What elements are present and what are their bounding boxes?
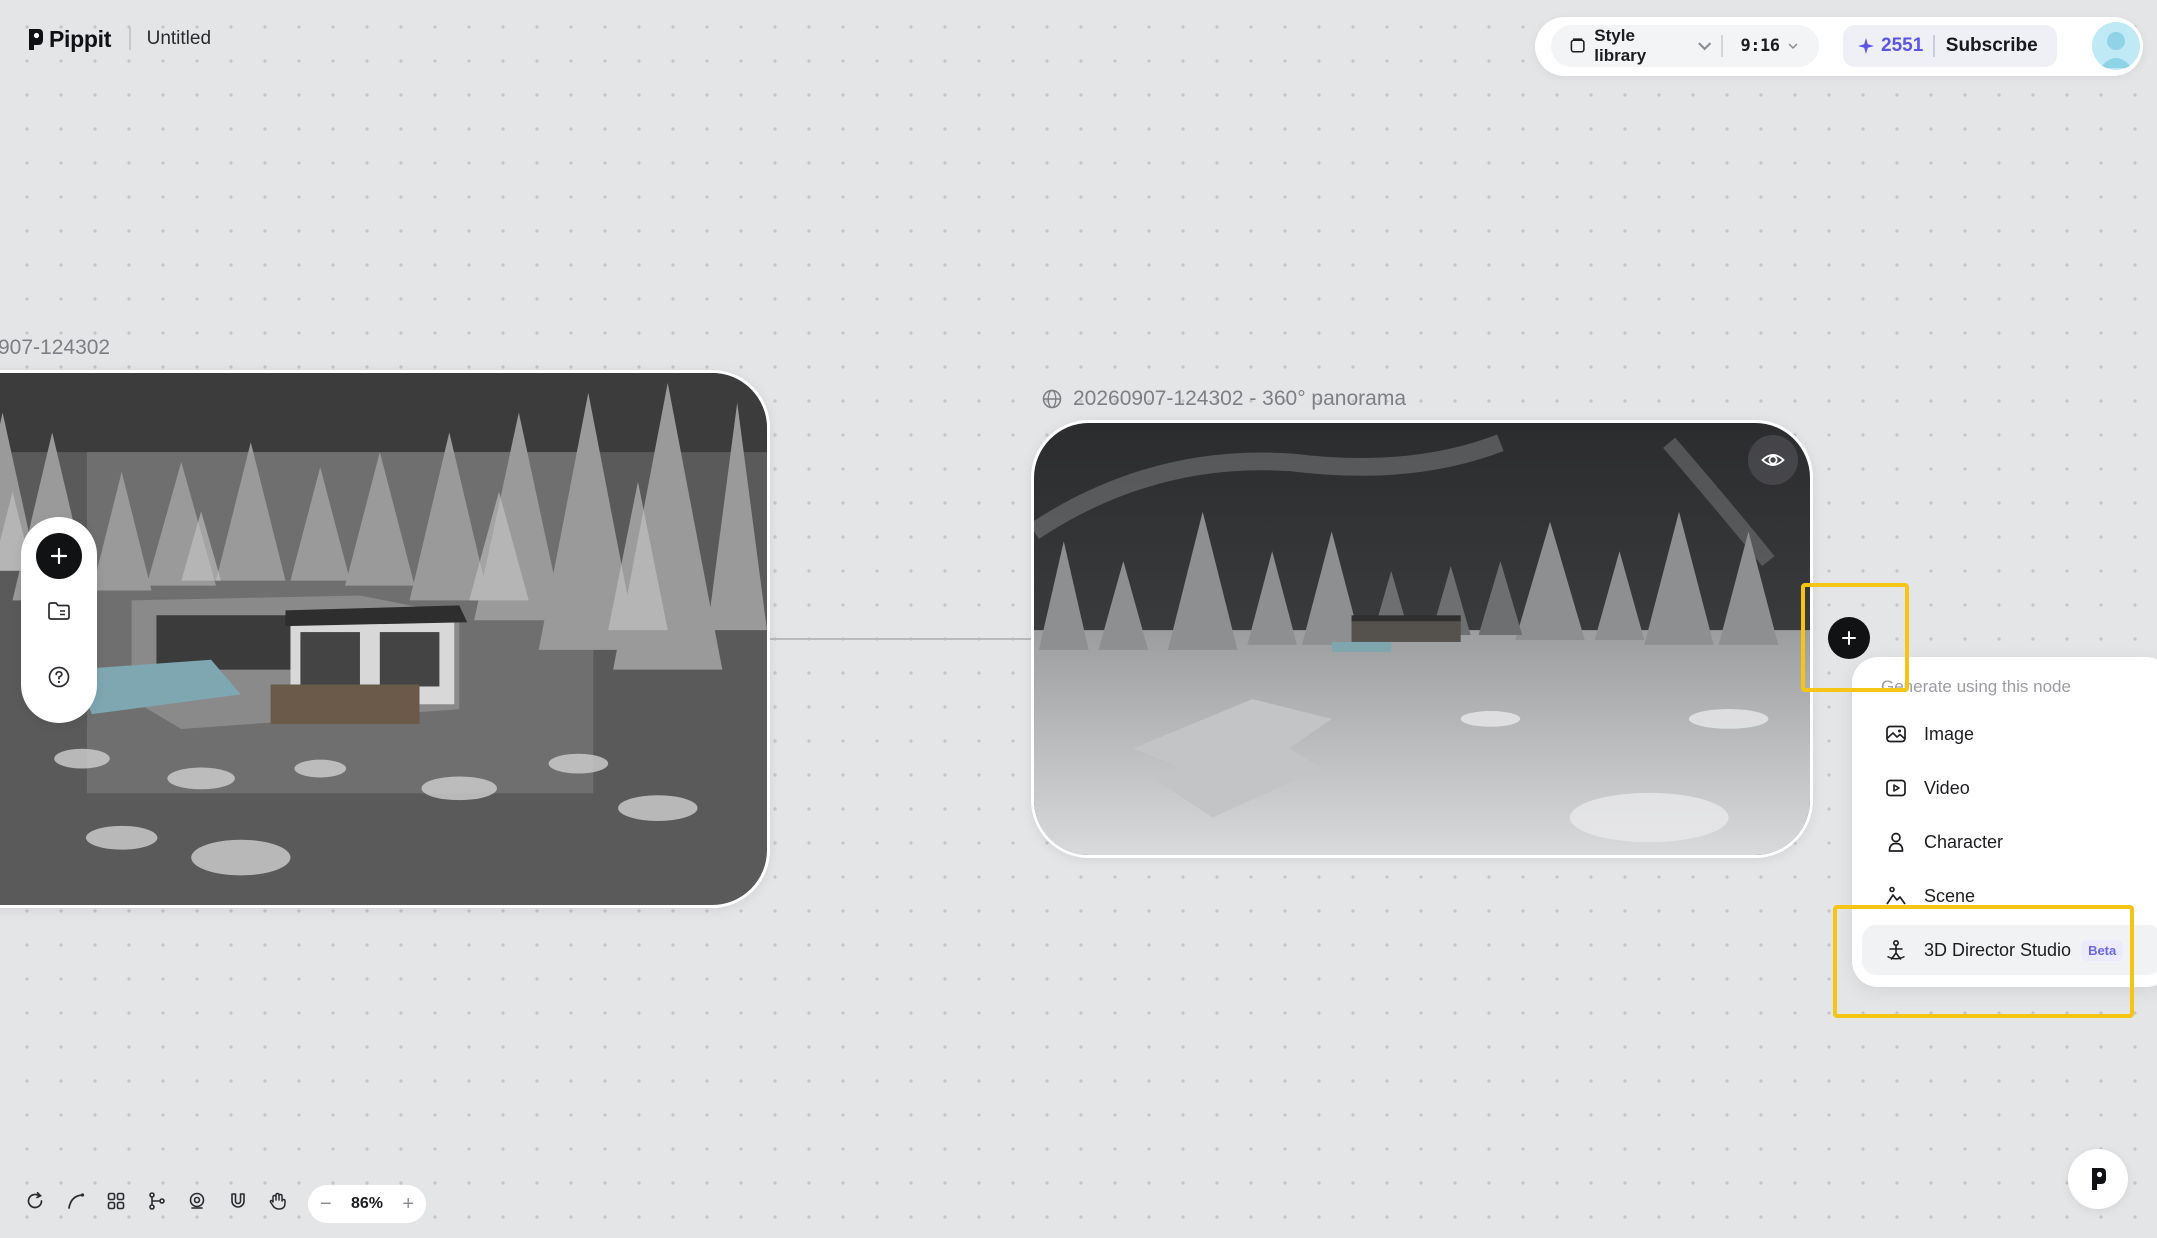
preview-button[interactable] (1748, 435, 1798, 485)
help-button[interactable] (46, 664, 72, 690)
user-avatar[interactable] (2092, 22, 2140, 70)
magnet-button[interactable] (227, 1190, 249, 1212)
document-title[interactable]: Untitled (147, 28, 211, 50)
zoom-in-button[interactable]: + (402, 1194, 414, 1214)
aspect-ratio-select[interactable]: 9:16 (1723, 36, 1800, 56)
chevron-down-icon (1697, 42, 1711, 51)
branch-icon (148, 1192, 165, 1210)
canvas-toolbar (24, 1190, 308, 1212)
generation-settings: Style library 9:16 (1551, 25, 1819, 67)
zoom-out-button[interactable]: − (320, 1194, 332, 1214)
connect-tool-button[interactable] (65, 1190, 87, 1212)
image-icon (1886, 725, 1906, 743)
node-label: 907-124302 (0, 336, 111, 359)
add-node-button[interactable] (36, 533, 82, 579)
menu-item-character[interactable]: Character (1862, 817, 2157, 867)
assets-button[interactable] (46, 598, 72, 624)
menu-heading: Generate using this node (1881, 677, 2071, 696)
help-icon (48, 666, 70, 688)
subscribe-divider (1933, 35, 1935, 57)
chevron-down-icon (1788, 43, 1798, 50)
menu-item-label: Image (1924, 723, 1975, 744)
eye-icon (1761, 454, 1785, 466)
assistant-button[interactable] (2068, 1149, 2128, 1209)
node-toolbar (21, 517, 97, 723)
location-button[interactable] (186, 1190, 208, 1212)
aspect-ratio-value: 9:16 (1740, 36, 1780, 56)
hand-icon (269, 1192, 286, 1210)
magnet-icon (230, 1193, 245, 1208)
panorama-render-image (1034, 423, 1810, 855)
source-image-node[interactable] (0, 370, 770, 908)
highlight-add-button (1801, 583, 1909, 692)
brand-divider (129, 28, 131, 50)
pippit-logo-icon (2092, 1168, 2106, 1190)
character-icon (1888, 832, 1904, 852)
menu-item-label: Scene (1924, 885, 1976, 906)
brand-name: Pippit (49, 25, 112, 52)
redo-button[interactable] (24, 1190, 46, 1212)
branch-tool-button[interactable] (146, 1190, 168, 1212)
folder-icon (48, 602, 70, 620)
panorama-image-node[interactable] (1031, 420, 1813, 858)
top-toolbar: Style library 9:16 2551 Subscribe (1535, 17, 2143, 76)
credits-count: 2551 (1881, 35, 1924, 56)
highlight-3d-director (1833, 905, 2134, 1018)
globe-icon (1042, 389, 1062, 409)
zoom-level[interactable]: 86% (351, 1195, 383, 1213)
hand-tool-button[interactable] (267, 1190, 289, 1212)
subscription-pill[interactable]: 2551 Subscribe (1843, 25, 2057, 67)
menu-item-image[interactable]: Image (1862, 709, 2157, 759)
avatar-image (2100, 32, 2132, 68)
target-icon (189, 1192, 205, 1209)
credits-display[interactable]: 2551 (1843, 35, 1923, 57)
panorama-node-title: 20260907-124302 - 360° panorama (1073, 387, 1406, 410)
node-connector (768, 638, 1033, 640)
house-render-image (0, 373, 767, 905)
menu-item-video[interactable]: Video (1862, 763, 2157, 813)
brand[interactable]: Pippit Untitled (26, 26, 211, 52)
subscribe-button[interactable]: Subscribe (1946, 35, 2038, 57)
panorama-node-label: 20260907-124302 - 360° panorama (1041, 387, 1406, 411)
pippit-logo-icon (29, 28, 43, 50)
menu-item-label: Video (1924, 777, 1970, 798)
curve-icon (67, 1193, 84, 1209)
menu-item-label: Character (1924, 831, 2004, 852)
rotate-icon (27, 1191, 43, 1209)
sparkle-icon (1858, 38, 1874, 54)
grid-view-button[interactable] (105, 1190, 127, 1212)
zoom-control: − 86% + (308, 1185, 426, 1223)
style-library-label: Style library (1594, 26, 1647, 65)
style-library-icon (1570, 38, 1585, 53)
plus-icon (50, 547, 68, 565)
video-icon (1886, 779, 1906, 797)
style-library-button[interactable]: Style library (1551, 26, 1721, 66)
grid-icon (107, 1192, 125, 1210)
